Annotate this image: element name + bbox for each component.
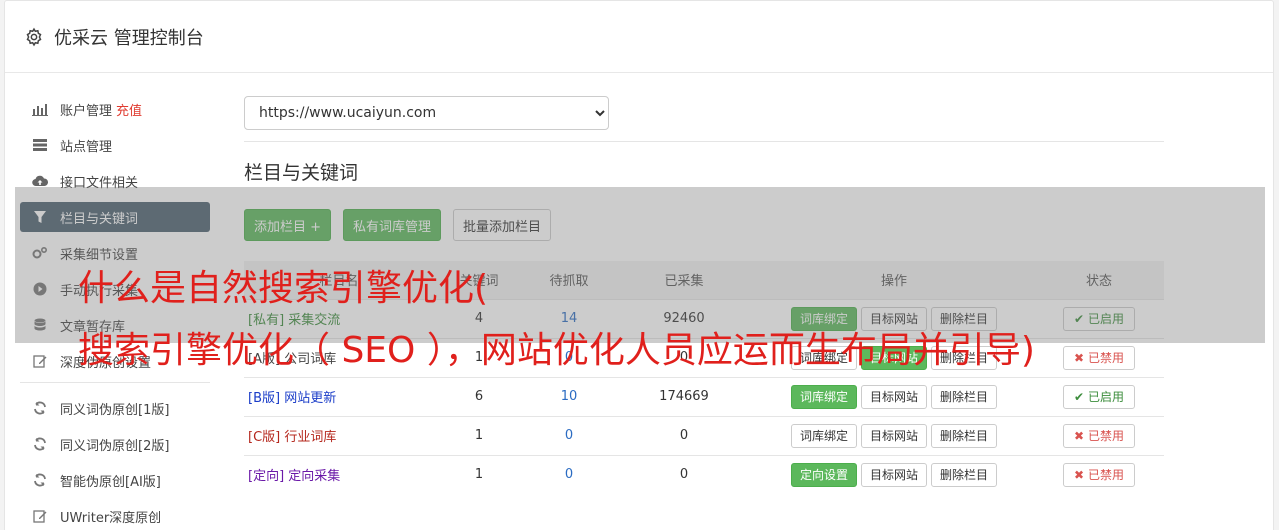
server-icon — [32, 137, 48, 153]
page-title: 优采云 管理控制台 — [54, 27, 204, 49]
x-icon: ✖ — [1074, 428, 1085, 443]
sidebar-item-synonym-v1[interactable]: 同义词伪原创[1版] — [20, 393, 210, 423]
table-row: [C版] 行业词库 1 0 0 词库绑定 目标网站 删除栏目 ✖ 已禁用 — [244, 415, 1164, 455]
status-toggle[interactable]: ✖ 已禁用 — [1063, 345, 1135, 370]
target-site-button[interactable]: 目标网站 — [860, 384, 927, 409]
bar-chart-icon — [32, 101, 48, 117]
table-row: [B版] 网站更新 6 10 174669 词库绑定 目标网站 删除栏目 ✔ 已启用 — [244, 376, 1164, 416]
sidebar-item-label: 同义词伪原创[2版] — [60, 438, 170, 454]
column-name: 网站更新 — [284, 391, 337, 406]
bind-library-button[interactable]: 词库绑定 — [790, 384, 857, 409]
sidebar-divider — [20, 382, 210, 383]
status-label: 已禁用 — [1087, 429, 1124, 443]
sidebar-item-synonym-v2[interactable]: 同义词伪原创[2版] — [20, 429, 210, 459]
divider — [244, 141, 1164, 142]
column-name-cell[interactable]: [B版] 网站更新 — [244, 376, 434, 416]
collected-count: 174669 — [614, 376, 754, 416]
sidebar-item-sites[interactable]: 站点管理 — [20, 130, 210, 160]
sidebar-item-label: 同义词伪原创[1版] — [60, 402, 170, 418]
status-toggle[interactable]: ✖ 已禁用 — [1063, 462, 1135, 487]
header: 优采云 管理控制台 — [5, 1, 1273, 73]
refresh-icon — [32, 436, 48, 452]
column-tag: [定向] — [248, 469, 285, 485]
edit-icon — [32, 508, 48, 524]
delete-column-button[interactable]: 删除栏目 — [931, 462, 998, 487]
status-label: 已禁用 — [1087, 351, 1124, 365]
refresh-icon — [32, 400, 48, 416]
status-toggle[interactable]: ✖ 已禁用 — [1063, 423, 1135, 448]
x-icon: ✖ — [1074, 467, 1085, 482]
column-name-cell[interactable]: [C版] 行业词库 — [244, 415, 434, 455]
table-row: [定向] 定向采集 1 0 0 定向设置 目标网站 删除栏目 ✖ 已禁用 — [244, 454, 1164, 494]
sidebar-item-label: 账户管理 — [60, 103, 113, 119]
bind-library-button[interactable]: 词库绑定 — [790, 423, 857, 448]
status-toggle[interactable]: ✔ 已启用 — [1063, 384, 1135, 409]
pending-count[interactable]: 0 — [524, 454, 614, 494]
x-icon: ✖ — [1074, 350, 1085, 365]
sidebar-item-label: 智能伪原创[AI版] — [60, 474, 161, 490]
keywords-count: 1 — [434, 454, 524, 494]
column-tag: [C版] — [248, 430, 281, 445]
target-site-button[interactable]: 目标网站 — [860, 462, 927, 487]
target-site-button[interactable]: 目标网站 — [860, 423, 927, 448]
column-name: 定向采集 — [288, 469, 341, 485]
site-select[interactable]: https://www.ucaiyun.com — [244, 96, 609, 130]
check-icon: ✔ — [1074, 389, 1085, 404]
pending-count[interactable]: 0 — [524, 415, 614, 455]
sidebar-item-ai-rewrite[interactable]: 智能伪原创[AI版] — [20, 465, 210, 495]
collected-count: 0 — [614, 454, 754, 494]
recharge-link[interactable]: 充值 — [116, 100, 142, 119]
collected-count: 0 — [614, 415, 754, 455]
sidebar-item-uwriter[interactable]: UWriter深度原创 — [20, 501, 210, 530]
status-label: 已启用 — [1087, 390, 1124, 404]
pending-count[interactable]: 10 — [524, 376, 614, 416]
delete-column-button[interactable]: 删除栏目 — [931, 384, 998, 409]
refresh-icon — [32, 472, 48, 488]
overlay-headline-line1: 什么是自然搜索引擎优化( — [78, 268, 489, 309]
column-name-cell[interactable]: [定向] 定向采集 — [244, 454, 434, 494]
column-tag: [B版] — [248, 391, 281, 406]
section-title: 栏目与关键词 — [244, 162, 359, 184]
edit-icon — [32, 353, 48, 369]
status-label: 已禁用 — [1087, 468, 1124, 483]
overlay-banner — [15, 187, 1265, 343]
keywords-count: 6 — [434, 376, 524, 416]
keywords-count: 1 — [434, 415, 524, 455]
sidebar-item-account[interactable]: 账户管理 充值 — [20, 94, 210, 124]
gear-icon — [26, 27, 42, 46]
overlay-headline-line2: 搜索引擎优化（ SEO ），网站优化人员应运而生布局并引导) — [78, 330, 1035, 371]
delete-column-button[interactable]: 删除栏目 — [931, 423, 998, 448]
directed-settings-button[interactable]: 定向设置 — [790, 462, 857, 487]
sidebar-item-label: UWriter深度原创 — [60, 510, 162, 526]
column-name: 行业词库 — [284, 430, 337, 445]
sidebar-item-label: 站点管理 — [60, 139, 113, 155]
